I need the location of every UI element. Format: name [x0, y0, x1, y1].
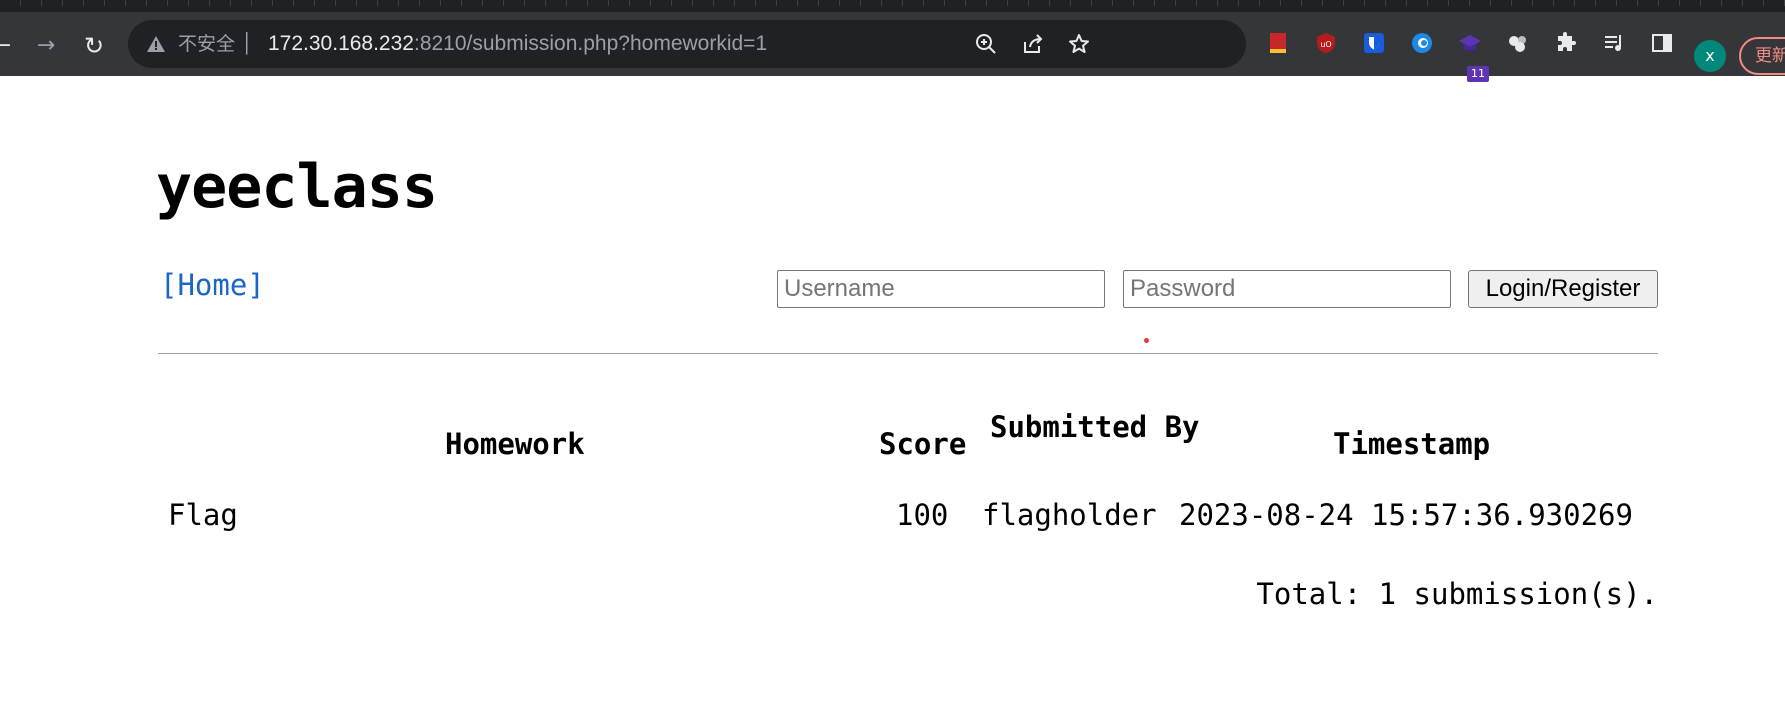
forward-button[interactable]: → [32, 32, 60, 60]
cell-score: 100 [896, 498, 949, 532]
cell-homework: Flag [168, 498, 238, 532]
cell-submitted-by: flagholder [982, 498, 1157, 532]
site-title: yeeclass [156, 152, 438, 222]
home-link[interactable]: [Home] [160, 268, 265, 302]
profile-avatar[interactable]: x [1694, 40, 1726, 72]
share-icon[interactable] [1021, 32, 1045, 56]
column-header-timestamp: Timestamp [1333, 427, 1491, 461]
column-header-submitted-by: Submitted By [990, 410, 1200, 444]
address-bar[interactable]: 不安全 │ 172.30.168.232:8210/submission.php… [128, 20, 1246, 68]
graduation-extension-icon[interactable] [1458, 31, 1482, 55]
edge-extension-icon[interactable] [1410, 31, 1434, 55]
zoom-icon[interactable] [974, 32, 998, 56]
media-queue-icon[interactable] [1602, 31, 1626, 55]
username-input[interactable] [777, 270, 1105, 308]
update-button[interactable]: 更新 [1739, 37, 1785, 75]
cell-timestamp: 2023-08-24 15:57:36.930269 [1179, 498, 1633, 532]
back-button[interactable]: ← [0, 32, 16, 60]
url-text[interactable]: 172.30.168.232:8210/submission.php?homew… [268, 20, 767, 68]
password-input[interactable] [1123, 270, 1451, 308]
column-header-score: Score [879, 427, 967, 461]
mouse-cursor-dot [1144, 338, 1149, 343]
extension-badge: 11 [1467, 66, 1489, 82]
ublock-icon[interactable]: uO [1314, 31, 1338, 55]
browser-toolbar: ← → ↻ 不安全 │ 172.30.168.232:8210/submissi… [0, 12, 1785, 82]
side-panel-icon[interactable] [1650, 31, 1674, 55]
column-header-homework: Homework [445, 427, 585, 461]
book-extension-icon[interactable] [1266, 31, 1290, 55]
warning-icon[interactable] [146, 34, 166, 54]
circles-extension-icon[interactable] [1506, 31, 1530, 55]
bitwarden-icon[interactable] [1362, 31, 1386, 55]
tab-strip [0, 0, 1785, 12]
header-divider [158, 353, 1658, 354]
login-register-button[interactable]: Login/Register [1468, 270, 1658, 308]
extensions-puzzle-icon[interactable] [1554, 31, 1578, 55]
reload-button[interactable]: ↻ [80, 32, 108, 60]
svg-text:uO: uO [1320, 40, 1331, 49]
submission-total: Total: 1 submission(s). [1256, 577, 1658, 611]
bookmark-star-icon[interactable] [1067, 32, 1091, 56]
security-status[interactable]: 不安全 │ [178, 20, 253, 68]
